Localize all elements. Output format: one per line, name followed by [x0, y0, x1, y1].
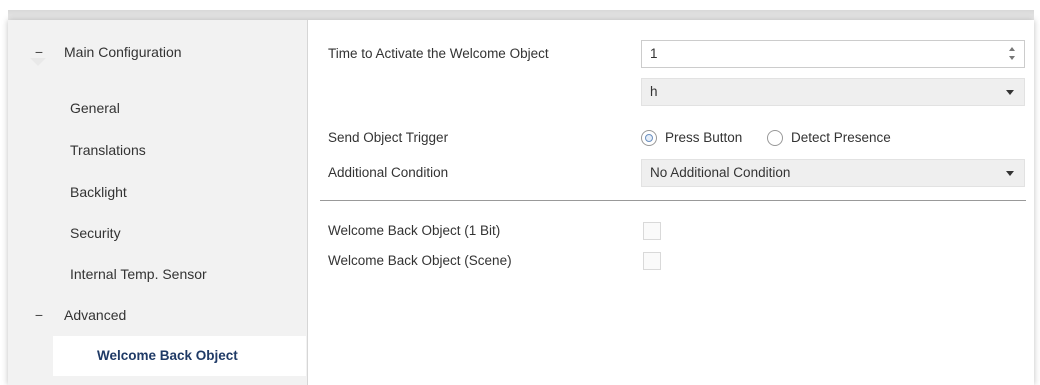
sidebar-item-backlight[interactable]: Backlight: [8, 172, 306, 212]
section-divider: [320, 200, 1026, 201]
sidebar-group-label: Main Configuration: [64, 44, 182, 60]
sidebar-item-welcome-back-object[interactable]: Welcome Back Object: [53, 336, 306, 376]
time-to-activate-input[interactable]: 1: [641, 40, 1025, 68]
sidebar-item-translations[interactable]: Translations: [8, 130, 306, 170]
welcome-back-scene-checkbox[interactable]: [643, 252, 661, 270]
welcome-back-1bit-label: Welcome Back Object (1 Bit): [328, 223, 501, 238]
chevron-down-icon: [1006, 171, 1014, 176]
sidebar-group-main-configuration[interactable]: − Main Configuration: [8, 32, 306, 72]
sidebar-group-label: Advanced: [64, 307, 127, 323]
sidebar-item-security[interactable]: Security: [8, 213, 306, 253]
caret-icon: [30, 58, 46, 66]
sidebar-item-internal-temp-sensor[interactable]: Internal Temp. Sensor: [8, 254, 306, 294]
sidebar-item-label: General: [70, 100, 120, 116]
time-unit-value: h: [650, 84, 658, 99]
sidebar: − Main Configuration General Translation…: [8, 20, 308, 385]
additional-condition-label: Additional Condition: [328, 165, 449, 180]
radio-label: Detect Presence: [791, 130, 891, 145]
chevron-down-icon: [1006, 90, 1014, 95]
sidebar-item-label: Security: [70, 225, 121, 241]
parameters-window: − Main Configuration General Translation…: [8, 20, 1034, 385]
time-to-activate-value: 1: [650, 46, 658, 61]
radio-label: Press Button: [665, 130, 743, 145]
welcome-back-scene-label: Welcome Back Object (Scene): [328, 253, 512, 268]
sidebar-item-label: Internal Temp. Sensor: [70, 266, 207, 282]
spinner-arrows-icon[interactable]: [1008, 45, 1018, 63]
time-unit-dropdown[interactable]: h: [641, 78, 1025, 106]
spinner-up-icon[interactable]: [1009, 47, 1015, 51]
sidebar-item-label: Translations: [70, 142, 146, 158]
sidebar-item-general[interactable]: General: [8, 88, 306, 128]
window-top-bar: [8, 10, 1034, 20]
collapse-icon[interactable]: −: [32, 295, 46, 335]
collapse-icon[interactable]: −: [32, 32, 46, 72]
sidebar-item-label: Welcome Back Object: [97, 348, 238, 363]
sidebar-group-advanced[interactable]: − Advanced: [8, 295, 306, 335]
send-trigger-label: Send Object Trigger: [328, 130, 449, 145]
radio-selected-icon[interactable]: [641, 130, 657, 146]
welcome-back-1bit-checkbox[interactable]: [643, 222, 661, 240]
radio-unselected-icon[interactable]: [767, 130, 783, 146]
sidebar-item-label: Backlight: [70, 184, 127, 200]
additional-condition-dropdown[interactable]: No Additional Condition: [641, 159, 1025, 187]
time-to-activate-label: Time to Activate the Welcome Object: [328, 46, 549, 61]
additional-condition-value: No Additional Condition: [650, 165, 791, 180]
spinner-down-icon[interactable]: [1009, 56, 1015, 60]
parameters-panel: Time to Activate the Welcome Object 1 h …: [308, 20, 1034, 385]
